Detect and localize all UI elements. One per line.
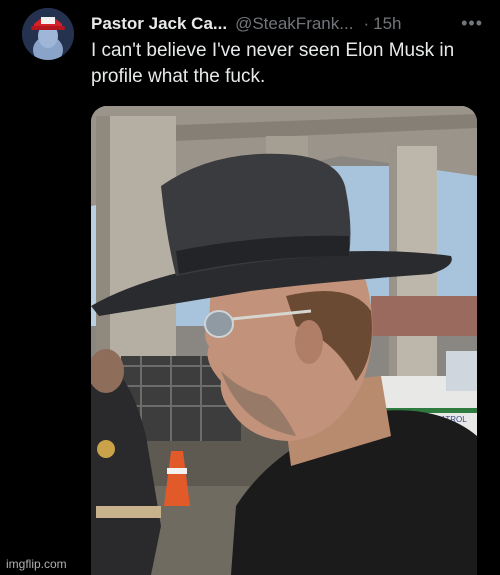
more-horizontal-icon[interactable]: •••	[461, 13, 483, 34]
tweet-photo[interactable]: RDER PATROL	[91, 106, 477, 575]
separator-dot: ·	[363, 14, 370, 33]
display-name[interactable]: Pastor Jack Ca...	[91, 14, 227, 34]
photo-illustration: RDER PATROL	[91, 106, 477, 575]
imgflip-watermark: imgflip.com	[6, 557, 67, 571]
timestamp[interactable]: 15h	[373, 14, 401, 34]
tweet-text: I can't believe I've never seen Elon Mus…	[91, 40, 455, 87]
avatar-image	[22, 8, 74, 60]
user-handle[interactable]: @SteakFrank...	[235, 14, 353, 34]
avatar[interactable]	[22, 8, 74, 60]
tweet-header: Pastor Jack Ca... @SteakFrank... · 15h •…	[91, 12, 483, 36]
